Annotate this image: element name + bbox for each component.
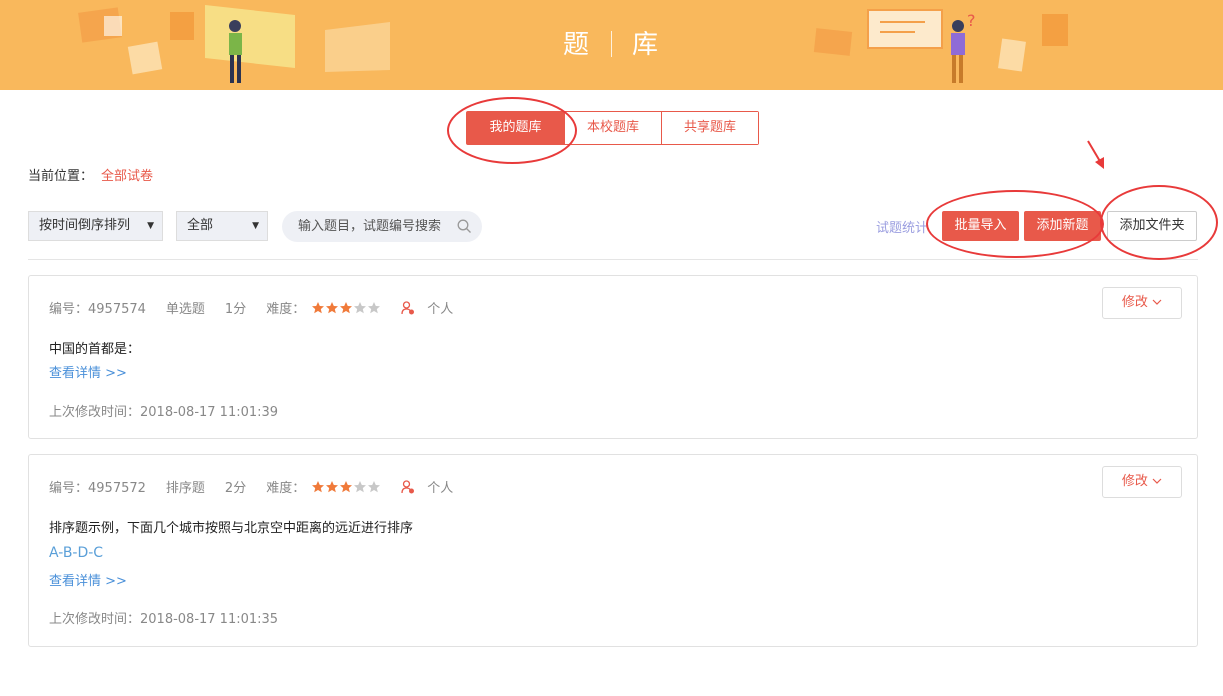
question-score: 2分 (224, 481, 247, 496)
edit-dropdown-button[interactable]: 修改 (1102, 466, 1182, 498)
search-input[interactable] (298, 219, 453, 234)
difficulty-label: 难度： (266, 302, 306, 317)
owner-label: 个人 (427, 481, 454, 496)
star-filled-icon (326, 480, 339, 492)
edit-dropdown-button[interactable]: 修改 (1102, 287, 1182, 319)
question-meta: 编号：4957572 排序题 2分 难度： 个人 (49, 477, 473, 496)
chevron-down-icon (1152, 299, 1162, 305)
divider (28, 259, 1198, 260)
difficulty-label: 难度： (266, 481, 306, 496)
title-separator (611, 31, 612, 57)
personal-user-icon (401, 479, 415, 493)
question-score: 1分 (224, 302, 247, 317)
annotation-circle-actions (926, 190, 1104, 258)
annotation-circle-tabs (447, 97, 577, 164)
view-details-link[interactable]: 查看详情 >> (49, 362, 127, 381)
question-type: 单选题 (165, 302, 205, 317)
star-empty-icon (354, 480, 367, 492)
tab-shared-library[interactable]: 共享题库 (661, 112, 758, 144)
page-title: 题库 (0, 24, 1223, 61)
edit-label: 修改 (1121, 295, 1148, 310)
question-id: 编号：4957572 (49, 481, 146, 496)
question-text: 中国的首都是： (49, 342, 141, 357)
breadcrumb-current[interactable]: 全部试卷 (101, 169, 153, 184)
chevron-down-icon (1152, 478, 1162, 484)
question-card: 编号：4957574 单选题 1分 难度： 个人 修改 中国的首都是： 查看详情… (28, 275, 1198, 439)
star-filled-icon (312, 301, 325, 313)
breadcrumb: 当前位置： 全部试卷 (28, 165, 153, 184)
sort-select-value: 按时间倒序排列 (39, 218, 131, 233)
question-card: 编号：4957572 排序题 2分 难度： 个人 修改 排序题示例，下面几个城市… (28, 454, 1198, 647)
chevron-down-icon: ▼ (147, 221, 154, 231)
star-filled-icon (326, 301, 339, 313)
type-select-value: 全部 (187, 218, 214, 233)
edit-label: 修改 (1121, 474, 1148, 489)
difficulty-stars (311, 480, 381, 494)
header-banner: ? 题库 (0, 0, 1223, 90)
question-answer: A-B-D-C (49, 545, 104, 561)
type-select[interactable]: 全部 ▼ (176, 211, 268, 241)
owner: 个人 (401, 298, 473, 317)
star-empty-icon (368, 480, 381, 492)
last-modified: 上次修改时间：2018-08-17 11:01:35 (49, 612, 279, 627)
question-type: 排序题 (165, 481, 205, 496)
star-filled-icon (340, 480, 353, 492)
pagination (520, 688, 660, 696)
star-empty-icon (354, 301, 367, 313)
banner-title-right: 库 (632, 30, 661, 60)
personal-user-icon (401, 300, 415, 314)
difficulty-stars (311, 301, 381, 315)
star-filled-icon (312, 480, 325, 492)
question-meta: 编号：4957574 单选题 1分 难度： 个人 (49, 298, 473, 317)
annotation-circle-folder (1100, 185, 1218, 260)
owner-label: 个人 (427, 302, 454, 317)
search-box (282, 211, 482, 242)
annotation-arrow-icon (1087, 140, 1104, 169)
view-details-link[interactable]: 查看详情 >> (49, 570, 127, 589)
owner: 个人 (401, 477, 473, 496)
breadcrumb-label: 当前位置： (28, 169, 94, 184)
star-filled-icon (340, 301, 353, 313)
sort-select[interactable]: 按时间倒序排列 ▼ (28, 211, 163, 241)
question-id: 编号：4957574 (49, 302, 146, 317)
tab-school-library[interactable]: 本校题库 (564, 112, 661, 144)
question-text: 排序题示例，下面几个城市按照与北京空中距离的远近进行排序 (49, 521, 414, 536)
banner-title-left: 题 (562, 30, 591, 60)
question-stats-link[interactable]: 试题统计 (876, 217, 928, 236)
search-icon[interactable] (457, 219, 472, 234)
star-empty-icon (368, 301, 381, 313)
last-modified: 上次修改时间：2018-08-17 11:01:39 (49, 405, 279, 420)
chevron-down-icon: ▼ (252, 221, 259, 231)
